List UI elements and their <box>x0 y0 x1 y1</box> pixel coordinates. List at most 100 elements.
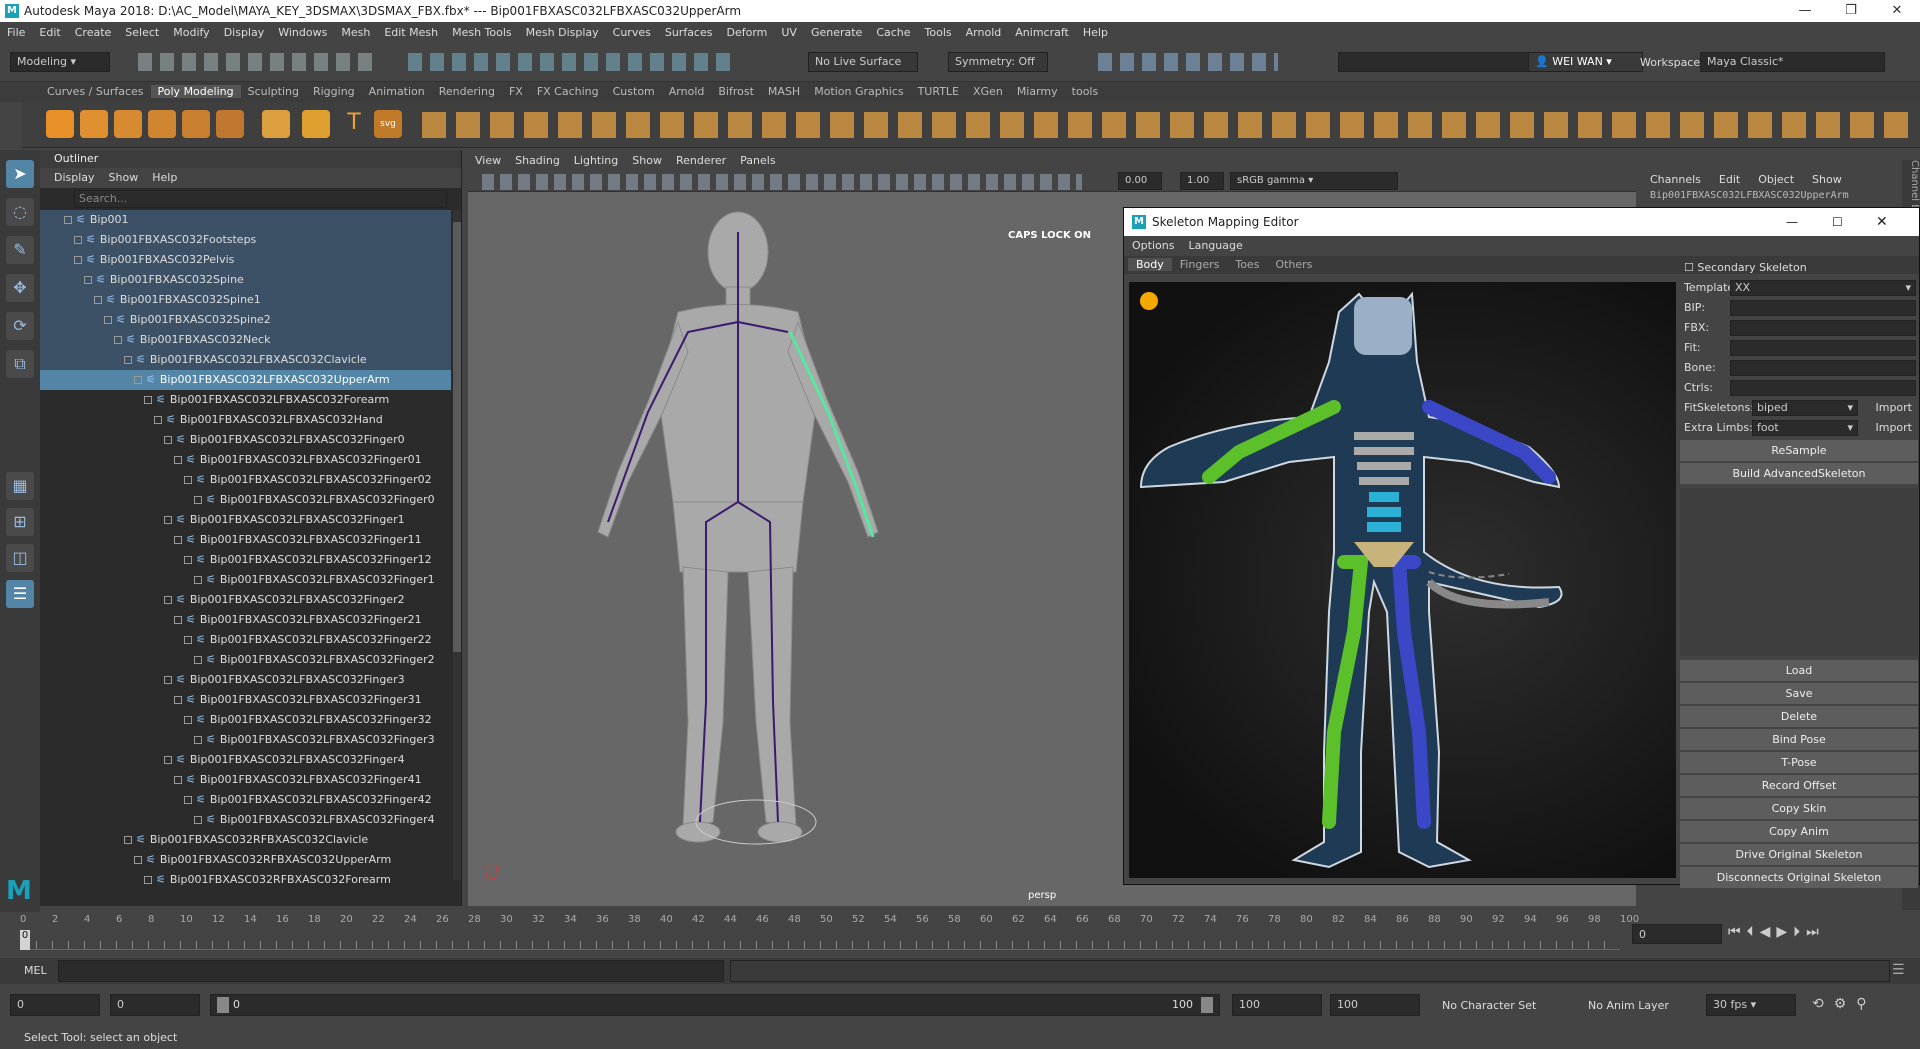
expand-toggle-icon[interactable] <box>164 676 172 684</box>
sme-minimize-button[interactable]: — <box>1786 208 1798 236</box>
expand-toggle-icon[interactable] <box>194 656 202 664</box>
outliner-row[interactable]: ⚟ Bip001FBXASC032Spine1 <box>40 290 451 310</box>
outliner-row[interactable]: ⚟ Bip001FBXASC032LFBXASC032Finger01 <box>40 450 451 470</box>
outliner-row[interactable]: ⚟ Bip001FBXASC032RFBXASC032Clavicle <box>40 830 451 850</box>
outliner-row[interactable]: ⚟ Bip001FBXASC032LFBXASC032Clavicle <box>40 350 451 370</box>
sme-action-button[interactable]: Delete <box>1680 706 1918 727</box>
outliner-row[interactable]: ⚟ Bip001FBXASC032LFBXASC032Finger32 <box>40 710 451 730</box>
close-button[interactable]: ✕ <box>1874 0 1920 22</box>
expand-toggle-icon[interactable] <box>164 596 172 604</box>
outliner-row[interactable]: ⚟ Bip001FBXASC032LFBXASC032Finger21 <box>40 610 451 630</box>
expand-toggle-icon[interactable] <box>174 616 182 624</box>
expand-toggle-icon[interactable] <box>174 456 182 464</box>
outliner-row[interactable]: ⚟ Bip001FBXASC032LFBXASC032Finger12 <box>40 550 451 570</box>
menu-item-13[interactable]: Deform <box>719 26 774 39</box>
sme-action-button[interactable]: Build AdvancedSkeleton <box>1680 463 1918 484</box>
character-set-dropdown[interactable]: No Character Set <box>1442 999 1536 1012</box>
poly-disc-icon[interactable] <box>262 110 290 138</box>
outliner-search-input[interactable]: Search... <box>74 190 447 208</box>
select-tool-icon[interactable]: ➤ <box>6 160 34 188</box>
expand-toggle-icon[interactable] <box>174 536 182 544</box>
sme-maximize-button[interactable]: ☐ <box>1832 208 1843 236</box>
channel-box-menu-item-0[interactable]: Channels <box>1650 173 1701 186</box>
range-start-handle[interactable] <box>217 997 229 1013</box>
svg-icon[interactable]: svg <box>374 110 402 138</box>
expand-toggle-icon[interactable] <box>184 636 192 644</box>
sme-tab-1[interactable]: Fingers <box>1172 258 1228 271</box>
shelf-tab-7[interactable]: FX Caching <box>530 85 606 98</box>
expand-toggle-icon[interactable] <box>134 856 142 864</box>
playback-end-field[interactable]: 100 <box>1232 994 1322 1016</box>
sme-action-button[interactable]: Bind Pose <box>1680 729 1918 750</box>
sme-action-button[interactable]: ReSample <box>1680 440 1918 461</box>
shelf-tab-4[interactable]: Animation <box>362 85 432 98</box>
sme-action-button[interactable]: Save <box>1680 683 1918 704</box>
fit-import-button[interactable]: Import <box>1875 398 1912 418</box>
text-icon[interactable]: T <box>340 110 368 138</box>
sme-action-button[interactable]: Copy Skin <box>1680 798 1918 819</box>
script-editor-icon[interactable]: ☰ <box>1892 962 1905 978</box>
shelf-tab-12[interactable]: Motion Graphics <box>807 85 910 98</box>
outliner-row[interactable]: ⚟ Bip001FBXASC032RFBXASC032Forearm <box>40 870 451 890</box>
expand-toggle-icon[interactable] <box>154 416 162 424</box>
expand-toggle-icon[interactable] <box>194 496 202 504</box>
expand-toggle-icon[interactable] <box>124 836 132 844</box>
shelf-tab-3[interactable]: Rigging <box>306 85 362 98</box>
outliner-row[interactable]: ⚟ Bip001FBXASC032RFBXASC032UpperArm <box>40 850 451 870</box>
menu-item-14[interactable]: UV <box>774 26 804 39</box>
move-tool-icon[interactable]: ✥ <box>6 274 34 302</box>
sme-action-button[interactable]: Disconnects Original Skeleton <box>1680 867 1918 888</box>
expand-toggle-icon[interactable] <box>144 876 152 884</box>
menu-item-16[interactable]: Cache <box>869 26 917 39</box>
mapping-field-input[interactable] <box>1730 360 1916 376</box>
shelf-tab-0[interactable]: Curves / Surfaces <box>40 85 151 98</box>
menu-item-7[interactable]: Mesh <box>334 26 377 39</box>
sme-close-button[interactable]: ✕ <box>1876 208 1888 236</box>
exposure-field[interactable]: 0.00 <box>1118 172 1162 190</box>
outliner-row[interactable]: ⚟ Bip001FBXASC032LFBXASC032Finger3 <box>40 670 451 690</box>
sme-action-button[interactable]: Record Offset <box>1680 775 1918 796</box>
outliner-row[interactable]: ⚟ Bip001FBXASC032LFBXASC032Finger3 <box>40 730 451 750</box>
menu-item-12[interactable]: Surfaces <box>658 26 720 39</box>
symmetry-field[interactable]: Symmetry: Off <box>948 52 1048 72</box>
time-slider[interactable]: 0 2 4 6 8 10 12 14 16 18 20 22 24 26 28 30 32 34 36 38 40 42 4… <box>0 912 1920 952</box>
channel-box-menu-item-2[interactable]: Object <box>1758 173 1794 186</box>
end-time-field[interactable]: 100 <box>1330 994 1420 1016</box>
viewport-menu-item-2[interactable]: Lighting <box>567 154 625 167</box>
menu-item-6[interactable]: Windows <box>271 26 334 39</box>
sme-action-button[interactable]: T-Pose <box>1680 752 1918 773</box>
shelf-tab-16[interactable]: tools <box>1065 85 1106 98</box>
expand-toggle-icon[interactable] <box>174 776 182 784</box>
outliner-row[interactable]: ⚟ Bip001FBXASC032LFBXASC032Finger1 <box>40 510 451 530</box>
channel-box-menu-item-3[interactable]: Show <box>1812 173 1842 186</box>
expand-toggle-icon[interactable] <box>184 556 192 564</box>
outliner-row[interactable]: ⚟ Bip001FBXASC032LFBXASC032UpperArm <box>40 370 451 390</box>
sme-action-button[interactable]: Copy Anim <box>1680 821 1918 842</box>
shelf-tab-11[interactable]: MASH <box>761 85 807 98</box>
two-pane-icon[interactable]: ◫ <box>6 544 34 572</box>
expand-toggle-icon[interactable] <box>164 516 172 524</box>
sme-tab-3[interactable]: Others <box>1267 258 1320 271</box>
lasso-tool-icon[interactable]: ◌ <box>6 198 34 226</box>
extra-limbs-dropdown[interactable]: foot ▾ <box>1752 420 1858 436</box>
expand-toggle-icon[interactable] <box>194 816 202 824</box>
expand-toggle-icon[interactable] <box>64 216 72 224</box>
gamma-value-field[interactable]: 1.00 <box>1180 172 1224 190</box>
menu-item-10[interactable]: Mesh Display <box>519 26 606 39</box>
mapping-field-input[interactable] <box>1730 320 1916 336</box>
outliner-row[interactable]: ⚟ Bip001FBXASC032Spine <box>40 270 451 290</box>
skeleton-body-canvas[interactable] <box>1129 282 1676 878</box>
expand-toggle-icon[interactable] <box>174 696 182 704</box>
expand-toggle-icon[interactable] <box>184 796 192 804</box>
skeleton-diagram[interactable] <box>1129 282 1676 878</box>
snap-tool-icons[interactable] <box>408 53 738 71</box>
outliner-row[interactable]: ⚟ Bip001FBXASC032LFBXASC032Finger1 <box>40 570 451 590</box>
expand-toggle-icon[interactable] <box>144 396 152 404</box>
sme-tab-2[interactable]: Toes <box>1227 258 1267 271</box>
expand-toggle-icon[interactable] <box>164 756 172 764</box>
shelf-tab-13[interactable]: TURTLE <box>911 85 966 98</box>
character-model[interactable] <box>528 202 948 862</box>
shelf-tab-8[interactable]: Custom <box>606 85 662 98</box>
poly-cylinder-icon[interactable] <box>114 110 142 138</box>
menu-item-8[interactable]: Edit Mesh <box>377 26 445 39</box>
